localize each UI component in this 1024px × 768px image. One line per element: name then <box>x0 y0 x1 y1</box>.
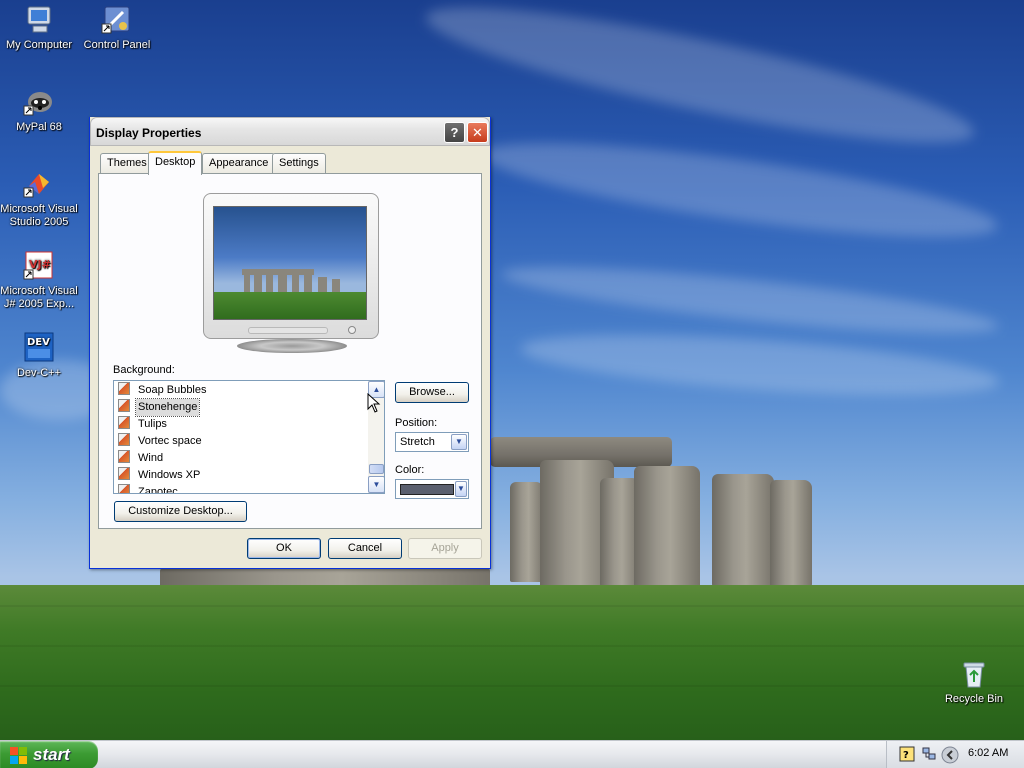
svg-text:DEV: DEV <box>27 337 50 348</box>
start-label: start <box>33 745 70 764</box>
image-file-icon <box>118 382 130 395</box>
stonehenge-stone <box>510 482 544 582</box>
desktop-icon-recycle-bin[interactable]: Recycle Bin <box>934 658 1014 706</box>
image-file-icon <box>118 433 130 446</box>
scroll-down-button[interactable]: ▼ <box>368 476 384 493</box>
list-item[interactable]: Stonehenge <box>118 398 368 417</box>
list-item[interactable]: Tulips <box>118 416 368 433</box>
color-swatch <box>400 484 454 495</box>
stonehenge-stone <box>770 480 812 586</box>
chevron-down-icon: ▼ <box>451 434 467 450</box>
list-item[interactable]: Windows XP <box>118 467 368 484</box>
mouse-cursor-icon <box>367 393 381 413</box>
ok-button[interactable]: OK <box>247 538 321 559</box>
desktop-icon-label: Control Panel <box>83 39 151 51</box>
scroll-thumb[interactable] <box>369 464 384 474</box>
preview-screen <box>213 206 367 320</box>
desktop-icon-visual-studio[interactable]: Microsoft Visual Studio 2005 <box>0 168 79 229</box>
customize-desktop-button[interactable]: Customize Desktop... <box>114 501 247 522</box>
list-item[interactable]: Zapotec <box>118 484 368 493</box>
visual-studio-icon <box>23 168 55 200</box>
visual-jsharp-icon: VJ# <box>23 250 55 282</box>
image-file-icon <box>118 399 130 412</box>
taskbar: start ? 6:02 AM <box>0 740 1024 768</box>
color-picker-button[interactable]: ▼ <box>395 479 469 499</box>
svg-text:?: ? <box>903 750 909 761</box>
tab-desktop[interactable]: Desktop <box>148 151 203 175</box>
image-file-icon <box>118 416 130 429</box>
dialog-title: Display Properties <box>96 126 202 140</box>
show-hidden-icons-icon[interactable] <box>941 746 959 764</box>
my-computer-icon <box>23 4 55 36</box>
windows-logo-icon <box>10 747 27 764</box>
taskbar-clock: 6:02 AM <box>968 747 1009 759</box>
background-list[interactable]: Soap Bubbles Stonehenge Tulips Vortec sp… <box>113 380 385 494</box>
desktop-icon-label: Microsoft Visual J# 2005 Exp... <box>0 285 78 310</box>
control-panel-icon <box>101 4 133 36</box>
desktop-icon-label: Dev-C++ <box>16 367 62 379</box>
stonehenge-stone <box>634 466 700 588</box>
help-icon: ? <box>450 125 459 140</box>
monitor-preview <box>203 193 379 339</box>
list-item[interactable]: Wind <box>118 450 368 467</box>
desktop-icon-control-panel[interactable]: Control Panel <box>77 4 157 52</box>
stonehenge-stone <box>712 474 774 586</box>
tab-themes[interactable]: Themes <box>100 153 154 174</box>
image-file-icon <box>118 450 130 463</box>
chevron-down-icon: ▼ <box>372 480 381 489</box>
tab-settings[interactable]: Settings <box>272 153 326 174</box>
desktop-icon-label: Microsoft Visual Studio 2005 <box>0 203 78 228</box>
desktop-icon-my-computer[interactable]: My Computer <box>0 4 79 52</box>
start-button[interactable]: start <box>0 741 98 768</box>
dev-cpp-icon: DEV <box>23 332 55 364</box>
color-label: Color: <box>395 464 425 476</box>
display-properties-dialog: Display Properties ? ✕ Themes Desktop Ap… <box>89 117 491 569</box>
cancel-button[interactable]: Cancel <box>328 538 402 559</box>
desktop-icon-label: My Computer <box>5 39 73 51</box>
image-file-icon <box>118 467 130 480</box>
tab-appearance[interactable]: Appearance <box>202 153 276 174</box>
desktop-icon-dev-cpp[interactable]: DEV Dev-C++ <box>0 332 79 380</box>
mypal-icon <box>23 86 55 118</box>
power-light-icon <box>348 326 356 334</box>
help-icon[interactable]: ? <box>899 746 915 762</box>
network-icon[interactable] <box>921 746 937 762</box>
chevron-down-icon: ▼ <box>455 481 467 497</box>
desktop-icon-mypal[interactable]: MyPal 68 <box>0 86 79 134</box>
desktop-icon-visual-jsharp[interactable]: VJ# Microsoft Visual J# 2005 Exp... <box>0 250 79 311</box>
browse-button[interactable]: Browse... <box>395 382 469 403</box>
desktop-tab-panel: Background: Soap Bubbles Stonehenge Tuli… <box>98 173 482 529</box>
help-button[interactable]: ? <box>444 122 465 143</box>
desktop-icon-label: Recycle Bin <box>944 693 1004 705</box>
close-icon: ✕ <box>472 124 483 140</box>
svg-text:VJ#: VJ# <box>29 258 51 271</box>
close-button[interactable]: ✕ <box>467 122 488 143</box>
position-label: Position: <box>395 417 438 429</box>
monitor-stand <box>237 339 347 353</box>
position-value: Stretch <box>400 436 435 448</box>
apply-button[interactable]: Apply <box>408 538 482 559</box>
desktop-icon-label: MyPal 68 <box>16 121 62 133</box>
list-item[interactable]: Vortec space <box>118 433 368 450</box>
background-label: Background: <box>113 364 175 376</box>
recycle-bin-icon <box>958 658 990 690</box>
position-select[interactable]: Stretch ▼ <box>395 432 469 452</box>
list-item[interactable]: Soap Bubbles <box>118 382 368 399</box>
grass-field <box>0 585 1024 740</box>
dialog-titlebar[interactable]: Display Properties ? ✕ <box>90 117 490 146</box>
system-tray: ? 6:02 AM <box>886 741 1024 768</box>
image-file-icon <box>118 484 130 493</box>
